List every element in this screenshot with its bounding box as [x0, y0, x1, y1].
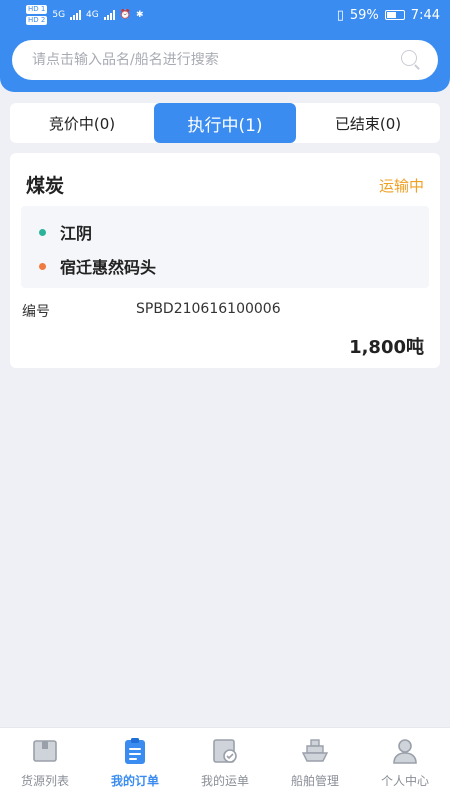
- search-icon[interactable]: [400, 49, 422, 71]
- origin-row: 江阴: [39, 220, 92, 244]
- cargo-box-icon: [33, 740, 57, 762]
- nav-personal-center[interactable]: 个人中心: [360, 728, 450, 800]
- origin-dot-icon: [39, 228, 46, 236]
- status-left: HD 1 HD 2 5G 4G ⏰ ✱: [26, 4, 144, 26]
- cargo-weight: 1,800吨: [349, 337, 424, 358]
- destination-row: 宿迁惠然码头: [39, 254, 156, 278]
- net2-label: 4G: [86, 10, 99, 20]
- nav-label-personal-center: 个人中心: [380, 774, 429, 788]
- waybill-icon: [213, 739, 237, 763]
- nav-label-my-waybills: 我的运单: [200, 774, 249, 788]
- nav-ship-management[interactable]: 船舶管理: [270, 728, 360, 800]
- signal-icon-2: [103, 10, 115, 20]
- nav-my-waybills[interactable]: 我的运单: [180, 728, 270, 800]
- order-card[interactable]: 煤炭 运输中 江阴 宿迁惠然码头 编号 SPBD210616100006 1,8…: [10, 153, 440, 368]
- search-input[interactable]: [32, 52, 400, 68]
- clock: 7:44: [410, 7, 440, 23]
- order-status-tabs: 竞价中(0) 执行中(1) 已结束(0): [10, 103, 440, 143]
- clipboard-icon: [125, 738, 145, 764]
- nav-label-ship-management: 船舶管理: [290, 774, 339, 788]
- destination-dot-icon: [39, 262, 46, 270]
- nav-label-cargo-list: 货源列表: [20, 774, 69, 788]
- signal-icon: [70, 10, 82, 20]
- vibrate-icon: ▯: [336, 7, 344, 23]
- hd-badges: HD 1 HD 2: [26, 4, 48, 26]
- order-number-value: SPBD210616100006: [136, 301, 281, 317]
- header: [0, 30, 450, 92]
- status-bar: HD 1 HD 2 5G 4G ⏰ ✱ ▯ 59% 7:44: [0, 0, 450, 30]
- origin-port: 江阴: [60, 224, 93, 243]
- hd1-badge: HD 1: [26, 5, 48, 14]
- tab-bidding[interactable]: 竞价中(0): [10, 103, 154, 143]
- destination-port: 宿迁惠然码头: [60, 258, 157, 277]
- net1-label: 5G: [52, 10, 66, 20]
- order-number-label: 编号: [22, 304, 50, 320]
- ship-icon: [301, 739, 329, 762]
- tab-executing[interactable]: 执行中(1): [154, 103, 296, 143]
- bluetooth-icon: ✱: [135, 10, 144, 20]
- search-bar[interactable]: [12, 40, 438, 80]
- person-icon: [393, 739, 417, 764]
- status-right: ▯ 59% 7:44: [337, 8, 440, 23]
- bottom-nav: 货源列表 我的订单 我的运单 船舶管理 个人中心: [0, 727, 450, 800]
- hd2-badge: HD 2: [26, 16, 48, 25]
- alarm-icon: ⏰: [119, 10, 131, 20]
- nav-my-orders[interactable]: 我的订单: [90, 728, 180, 800]
- tab-finished[interactable]: 已结束(0): [296, 103, 440, 143]
- battery-icon: [384, 10, 405, 20]
- battery-percent: 59%: [349, 7, 379, 23]
- status-badge: 运输中: [378, 177, 424, 195]
- nav-cargo-list[interactable]: 货源列表: [0, 728, 90, 800]
- product-name: 煤炭: [26, 175, 65, 197]
- nav-label-my-orders: 我的订单: [110, 774, 159, 788]
- route-box: 江阴 宿迁惠然码头: [21, 206, 429, 288]
